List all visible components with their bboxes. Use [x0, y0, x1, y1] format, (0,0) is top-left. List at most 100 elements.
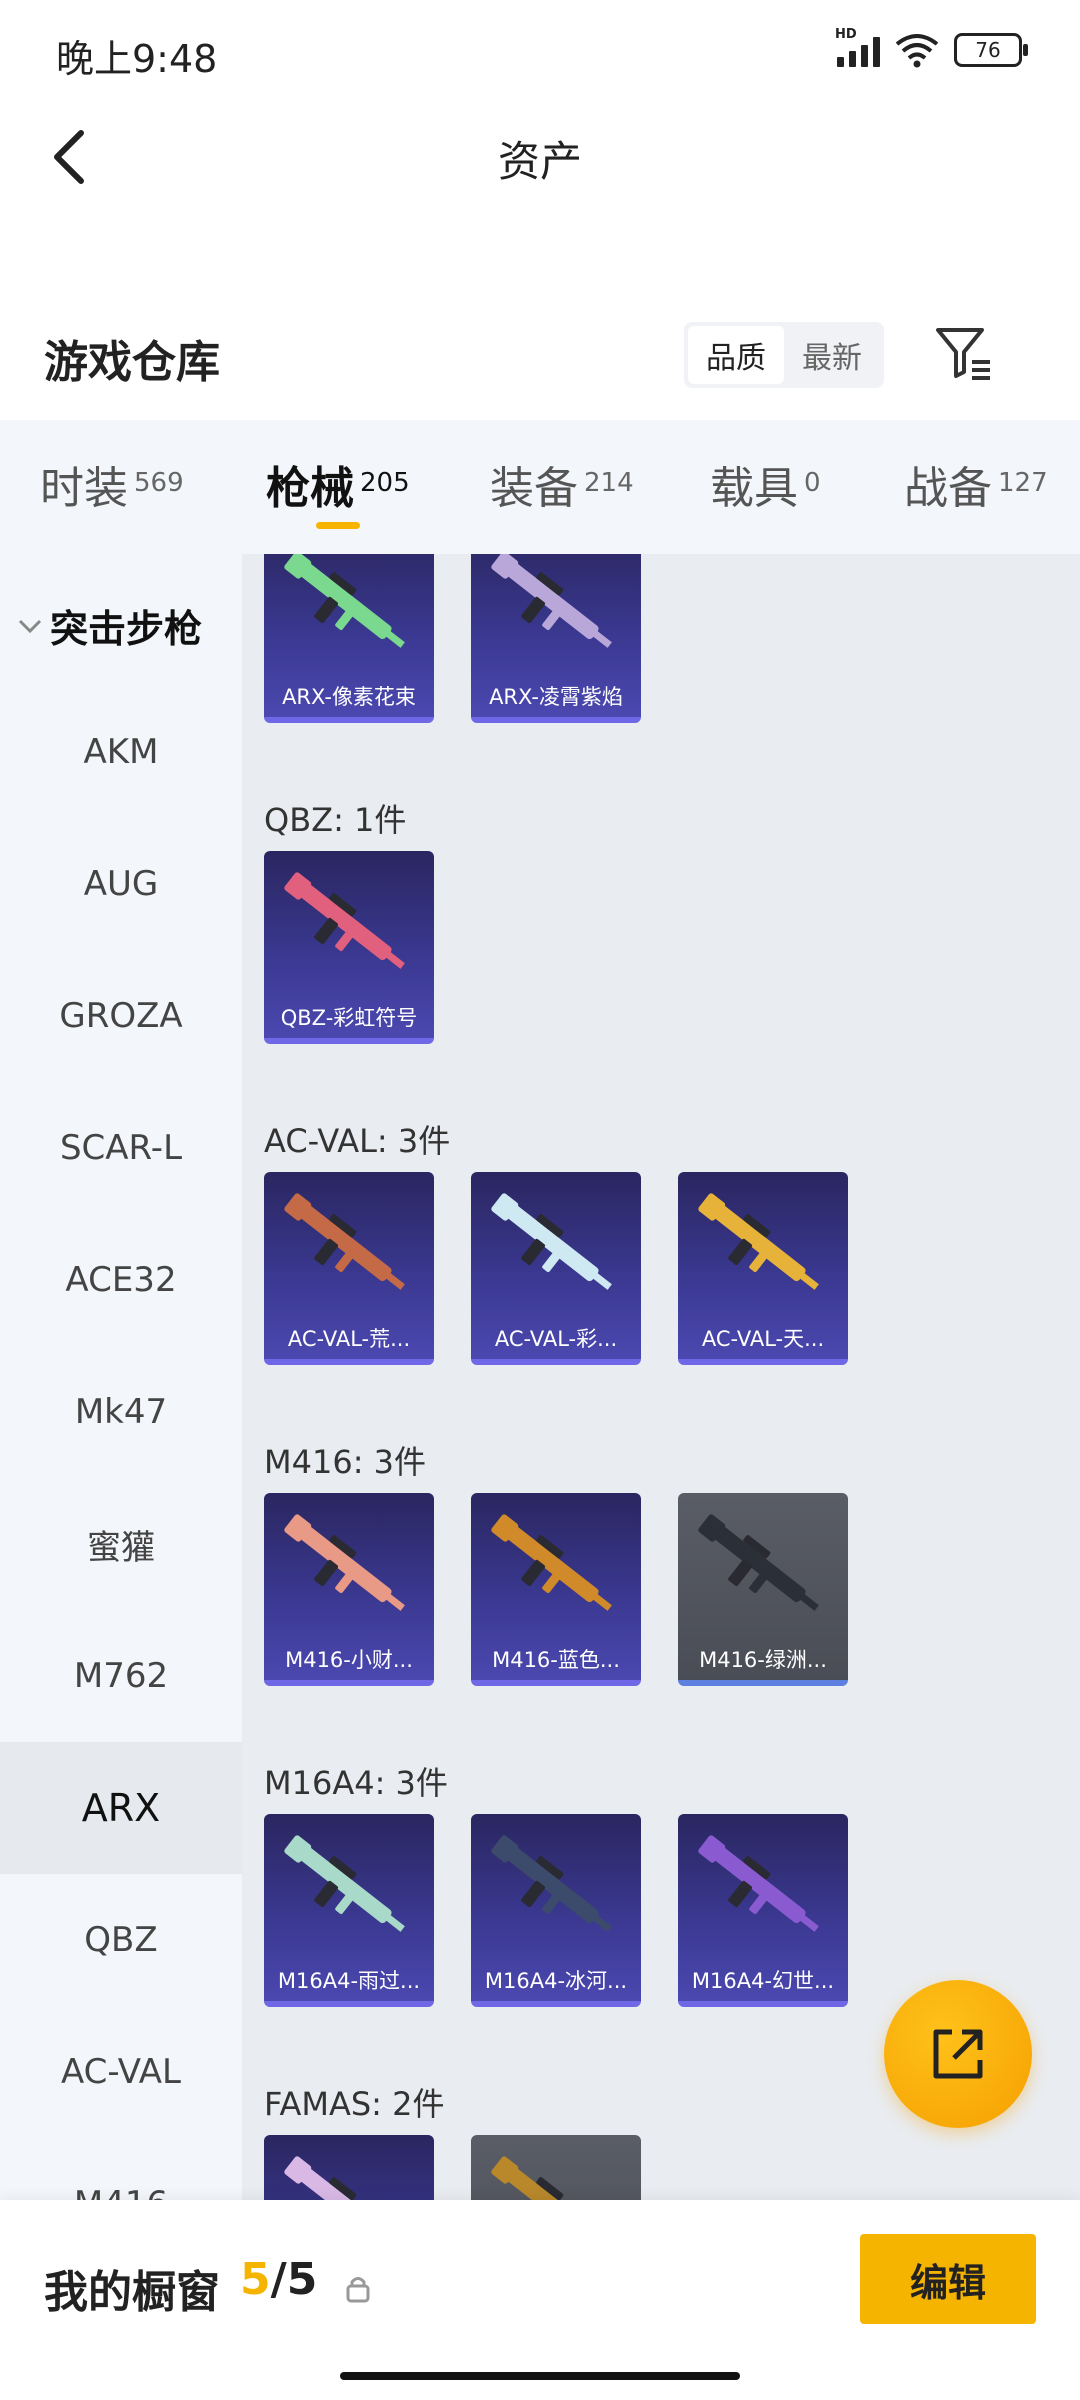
sort-newest-button[interactable]: 最新: [784, 326, 880, 384]
active-tab-indicator: [316, 522, 360, 529]
tab-label: 枪械: [266, 463, 354, 514]
sidebar-group-label: 突击步枪: [50, 607, 203, 651]
tab-count: 214: [584, 468, 634, 498]
sidebar-item-arx[interactable]: ARX: [0, 1742, 242, 1874]
sidebar-item-ac-val[interactable]: AC-VAL: [0, 2006, 242, 2138]
wifi-icon: [895, 34, 939, 68]
tab-count: 569: [134, 468, 184, 498]
tab-vehicles[interactable]: 载具 0: [710, 452, 821, 516]
lock-icon: [346, 2277, 370, 2303]
chevron-down-icon: [18, 619, 42, 633]
rifle-icon: [491, 1193, 612, 1290]
sidebar-item-mk47[interactable]: Mk47: [0, 1346, 242, 1478]
tab-guns[interactable]: 枪械 205: [266, 452, 410, 516]
skin-name: AC-VAL-荒...: [287, 1327, 411, 1351]
weapon-sidebar[interactable]: 突击步枪 AKM AUG GROZA SCAR-L ACE32 Mk47 蜜獾 …: [0, 554, 242, 2200]
network-label: HD: [835, 27, 857, 42]
tab-fashion[interactable]: 时装 569: [40, 452, 184, 516]
skin-card[interactable]: M416-蓝色...: [471, 1493, 641, 1686]
category-tabs: 时装 569 枪械 205 装备 214 载具 0 战备 127: [0, 420, 1080, 554]
skin-name: AC-VAL-彩...: [494, 1327, 618, 1351]
rifle-icon: [491, 1835, 612, 1932]
sidebar-item-honey-badger[interactable]: 蜜獾: [0, 1478, 242, 1610]
group-heading: M416: 3件: [264, 1443, 427, 1481]
filter-icon: [936, 328, 990, 380]
sidebar-item-m416[interactable]: M416: [0, 2138, 242, 2200]
header: 资产: [0, 110, 1080, 210]
status-icons: HD 76: [835, 27, 1028, 68]
rifle-icon: [284, 1193, 405, 1290]
page-title: 资产: [497, 137, 582, 186]
skin-card[interactable]: AC-VAL-天...: [678, 1172, 848, 1365]
group-heading: M16A4: 3件: [264, 1764, 448, 1802]
skin-name: M416-蓝色...: [492, 1648, 620, 1672]
skin-card[interactable]: M416-绿洲...: [678, 1493, 848, 1686]
status-bar: 晚上9:48 HD 76: [0, 0, 1080, 100]
tab-label: 装备: [490, 463, 578, 514]
sort-quality-button[interactable]: 品质: [688, 326, 784, 384]
tab-label: 战备: [904, 463, 992, 514]
skin-name: M16A4-幻世...: [691, 1969, 835, 1993]
sidebar-item-groza[interactable]: GROZA: [0, 950, 242, 1082]
skin-card[interactable]: M416-小财...: [264, 1493, 434, 1686]
rifle-icon: [491, 1514, 612, 1611]
skin-card[interactable]: QBZ-彩虹符号: [264, 851, 434, 1044]
skin-card[interactable]: AC-VAL-彩...: [471, 1172, 641, 1365]
sort-toggle: 品质 最新: [684, 322, 884, 388]
filter-button[interactable]: [930, 320, 998, 388]
battery-icon: 76: [954, 33, 1028, 67]
tab-count: 0: [804, 468, 821, 498]
skin-card[interactable]: ARX-凌霄紫焰: [471, 554, 641, 723]
sidebar-item-ace32[interactable]: ACE32: [0, 1214, 242, 1346]
sidebar-item-aug[interactable]: AUG: [0, 818, 242, 950]
skin-card[interactable]: Famas-乌木...: [471, 2135, 641, 2200]
rifle-icon: [284, 554, 405, 648]
rifle-icon: [284, 2156, 392, 2200]
status-time: 晚上9:48: [56, 37, 218, 81]
share-button[interactable]: [884, 1980, 1032, 2128]
sidebar-item-akm[interactable]: AKM: [0, 686, 242, 818]
sidebar-item-scar-l[interactable]: SCAR-L: [0, 1082, 242, 1214]
tab-gear[interactable]: 战备 127: [904, 452, 1048, 516]
sidebar-item-m762[interactable]: M762: [0, 1610, 242, 1742]
showcase-current: 5: [240, 2254, 271, 2305]
skin-card[interactable]: AC-VAL-荒...: [264, 1172, 434, 1365]
rifle-icon: [698, 1193, 819, 1290]
skin-name: AC-VAL-天...: [701, 1327, 825, 1351]
tab-count: 205: [360, 468, 410, 498]
skin-name: M16A4-冰河...: [484, 1969, 628, 1993]
sidebar-item-qbz[interactable]: QBZ: [0, 1874, 242, 2006]
skin-card[interactable]: M16A4-冰河...: [471, 1814, 641, 2007]
skin-card[interactable]: Famas-霓彩...: [264, 2135, 434, 2200]
tab-count: 127: [998, 468, 1048, 498]
group-heading: FAMAS: 2件: [264, 2085, 445, 2123]
skin-name: ARX-凌霄紫焰: [489, 685, 623, 709]
showcase-label: 我的橱窗: [44, 2267, 220, 2318]
tab-label: 载具: [710, 463, 798, 514]
skin-card[interactable]: M16A4-雨过...: [264, 1814, 434, 2007]
tab-label: 时装: [40, 463, 128, 514]
sidebar-group-assault-rifles[interactable]: 突击步枪: [18, 598, 202, 653]
weapon-list[interactable]: ARX-像素花束 ARX-凌霄紫焰 QBZ: 1件 QBZ-彩虹符号 AC-VAL: 3…: [242, 554, 1080, 2200]
edit-button[interactable]: 编辑: [860, 2234, 1036, 2324]
tab-equipment[interactable]: 装备 214: [490, 452, 634, 516]
home-indicator[interactable]: [340, 2372, 740, 2380]
showcase-total: /5: [270, 2254, 318, 2305]
showcase-count: 5/5: [240, 2254, 317, 2305]
skin-name: QBZ-彩虹符号: [280, 1006, 418, 1030]
signal-icon: HD: [835, 27, 880, 67]
skin-card[interactable]: M16A4-幻世...: [678, 1814, 848, 2007]
rifle-icon: [284, 1835, 405, 1932]
rifle-icon: [698, 1835, 819, 1932]
rifle-icon: [491, 2156, 599, 2200]
group-heading: AC-VAL: 3件: [264, 1122, 451, 1160]
showcase-bar: 我的橱窗 5/5 编辑: [0, 2200, 1080, 2400]
group-heading: QBZ: 1件: [264, 801, 407, 839]
share-icon: [933, 2029, 983, 2079]
skin-name: M416-绿洲...: [699, 1648, 827, 1672]
warehouse-title: 游戏仓库: [44, 337, 220, 388]
skin-name: M16A4-雨过...: [277, 1969, 421, 1993]
skin-card[interactable]: ARX-像素花束: [264, 554, 434, 723]
skin-name: ARX-像素花束: [282, 685, 416, 709]
rifle-icon: [491, 554, 612, 648]
